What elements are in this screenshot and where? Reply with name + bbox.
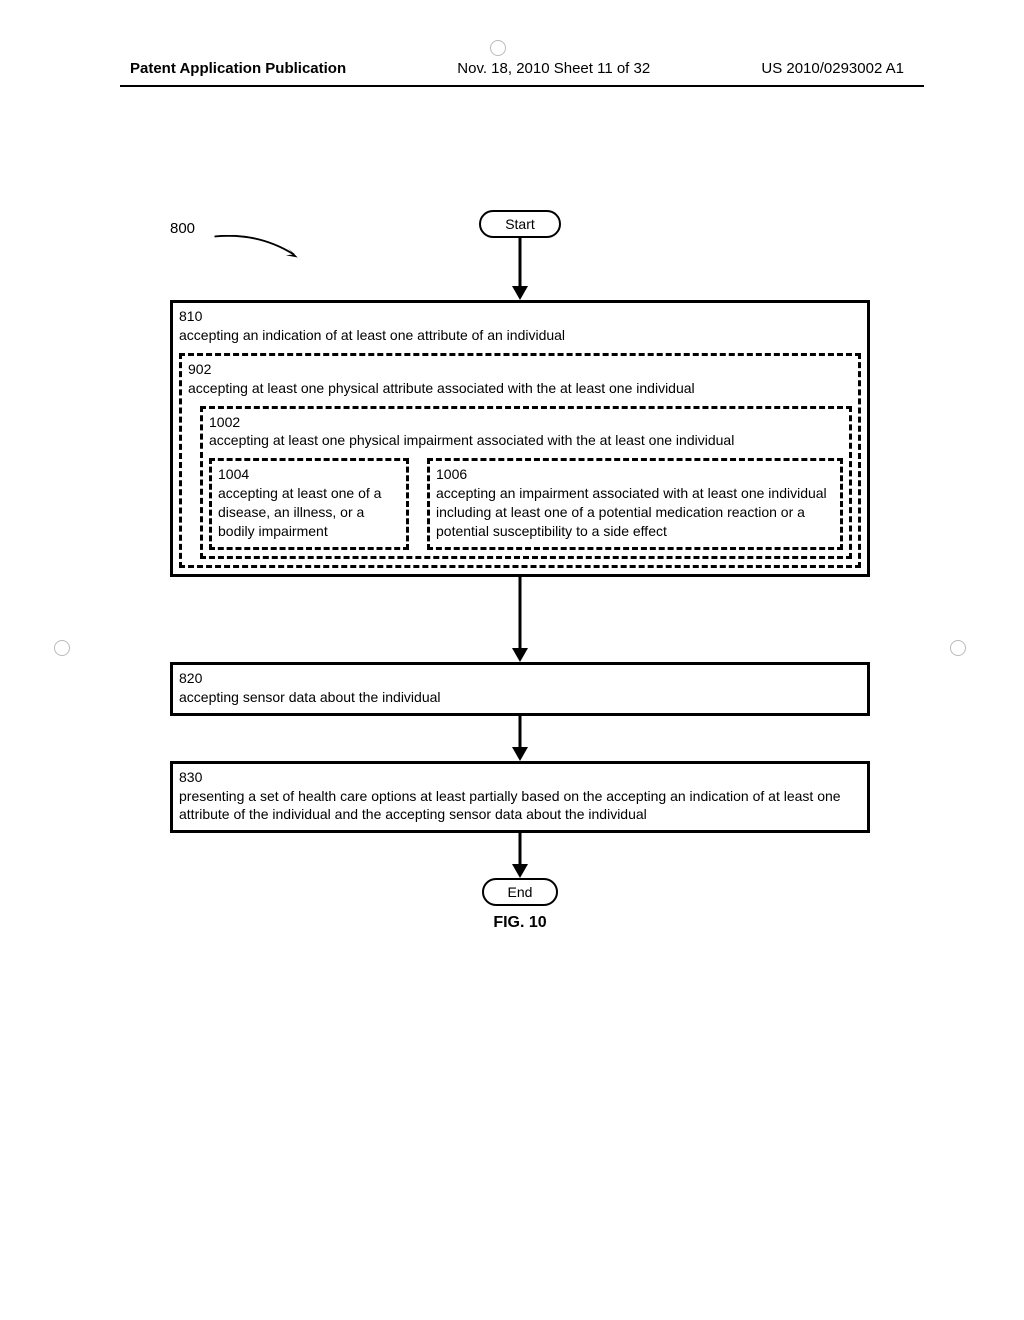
punch-hole [54, 640, 70, 656]
box-text: accepting at least one of a disease, an … [218, 484, 400, 541]
header-rule [120, 85, 924, 87]
box-text: accepting at least one physical impairme… [209, 431, 843, 450]
end-terminal: End [170, 878, 870, 906]
punch-hole [950, 640, 966, 656]
box-number: 1004 [218, 465, 400, 484]
sub-box-1002: 1002 accepting at least one physical imp… [200, 406, 852, 559]
punch-hole [490, 40, 506, 56]
figure-caption: FIG. 10 [170, 914, 870, 932]
box-text: accepting an impairment associated with … [436, 484, 834, 541]
box-text: accepting sensor data about the individu… [179, 688, 861, 707]
box-number: 810 [179, 307, 861, 326]
box-text: accepting an indication of at least one … [179, 326, 861, 345]
box-number: 820 [179, 669, 861, 688]
page-header: Patent Application Publication Nov. 18, … [0, 60, 1024, 77]
box-number: 1002 [209, 413, 843, 432]
sub-box-1004: 1004 accepting at least one of a disease… [209, 458, 409, 550]
box-number: 830 [179, 768, 861, 787]
box-number: 902 [188, 360, 852, 379]
reference-arrow-icon [208, 235, 308, 265]
sub-box-902: 902 accepting at least one physical attr… [179, 353, 861, 568]
start-label: Start [479, 210, 561, 238]
header-right: US 2010/0293002 A1 [761, 60, 904, 77]
arrow-down-icon [510, 577, 530, 662]
process-box-830: 830 presenting a set of health care opti… [170, 761, 870, 834]
flowchart: 800 Start 810 accepting an indication of… [170, 230, 870, 932]
end-label: End [482, 878, 559, 906]
sub-box-1006: 1006 accepting an impairment associated … [427, 458, 843, 550]
arrow-down-icon [510, 716, 530, 761]
process-box-820: 820 accepting sensor data about the indi… [170, 662, 870, 716]
header-left: Patent Application Publication [130, 60, 346, 77]
process-box-810: 810 accepting an indication of at least … [170, 300, 870, 577]
box-text: presenting a set of health care options … [179, 787, 861, 825]
arrow-down-icon [510, 238, 530, 300]
box-number: 1006 [436, 465, 834, 484]
arrow-down-icon [510, 833, 530, 878]
start-terminal: Start [170, 210, 870, 238]
header-mid: Nov. 18, 2010 Sheet 11 of 32 [457, 60, 650, 77]
box-text: accepting at least one physical attribut… [188, 379, 852, 398]
